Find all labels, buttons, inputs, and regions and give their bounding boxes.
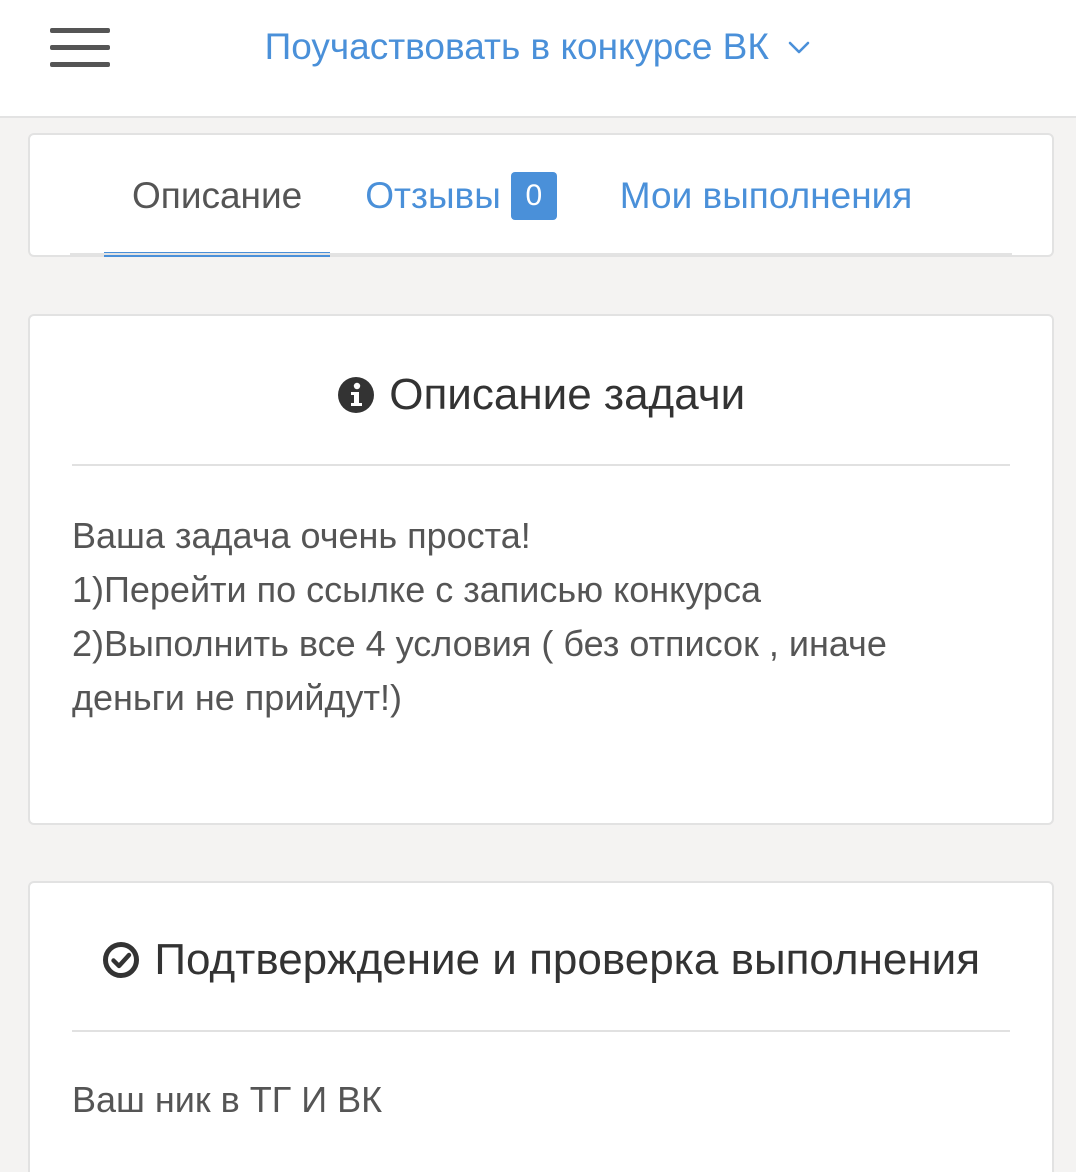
reviews-count-badge: 0 xyxy=(510,172,557,220)
tab-description[interactable]: Описание xyxy=(104,135,331,257)
card-header: Описание задачи xyxy=(72,370,1010,420)
info-circle-icon xyxy=(337,377,374,413)
text-line: Ваш ник в ТГ И ВК xyxy=(72,1079,383,1120)
task-description-card: Описание задачи Ваша задача очень проста… xyxy=(28,314,1054,825)
title-dropdown[interactable]: Поучаствовать в конкурсе ВК xyxy=(0,26,1076,68)
text-line: 1)Перейти по ссылке с записью конкурса xyxy=(72,569,761,610)
text-line: 2)Выполнить все 4 условия ( без отписок … xyxy=(72,623,887,664)
card-header: Подтверждение и проверка выполнения xyxy=(72,935,1010,985)
top-bar: Поучаствовать в конкурсе ВК xyxy=(0,0,1076,118)
text-line: деньги не прийдут!) xyxy=(72,677,403,718)
card-title: Подтверждение и проверка выполнения xyxy=(154,935,981,984)
tabs-panel: Описание Отзывы 0 Мои выполнения xyxy=(28,133,1054,257)
confirmation-card: Подтверждение и проверка выполнения Ваш … xyxy=(28,881,1054,1172)
tab-label: Отзывы xyxy=(365,175,501,216)
tabs-divider xyxy=(70,253,1012,255)
page-title: Поучаствовать в конкурсе ВК xyxy=(264,26,769,67)
task-description-text: Ваша задача очень проста! 1)Перейти по с… xyxy=(72,509,1010,725)
text-line: Ваша задача очень проста! xyxy=(72,515,531,556)
chevron-down-icon xyxy=(789,41,810,54)
tab-label: Описание xyxy=(132,175,303,216)
tab-reviews[interactable]: Отзывы 0 xyxy=(337,135,585,257)
card-title: Описание задачи xyxy=(389,370,746,419)
divider xyxy=(72,464,1010,466)
tab-my-submissions[interactable]: Мои выполнения xyxy=(592,135,941,257)
tab-bar: Описание Отзывы 0 Мои выполнения xyxy=(104,135,940,257)
confirmation-text: Ваш ник в ТГ И ВК xyxy=(72,1073,1010,1127)
divider xyxy=(72,1030,1010,1032)
tab-label: Мои выполнения xyxy=(619,175,913,216)
check-circle-icon xyxy=(102,942,139,978)
